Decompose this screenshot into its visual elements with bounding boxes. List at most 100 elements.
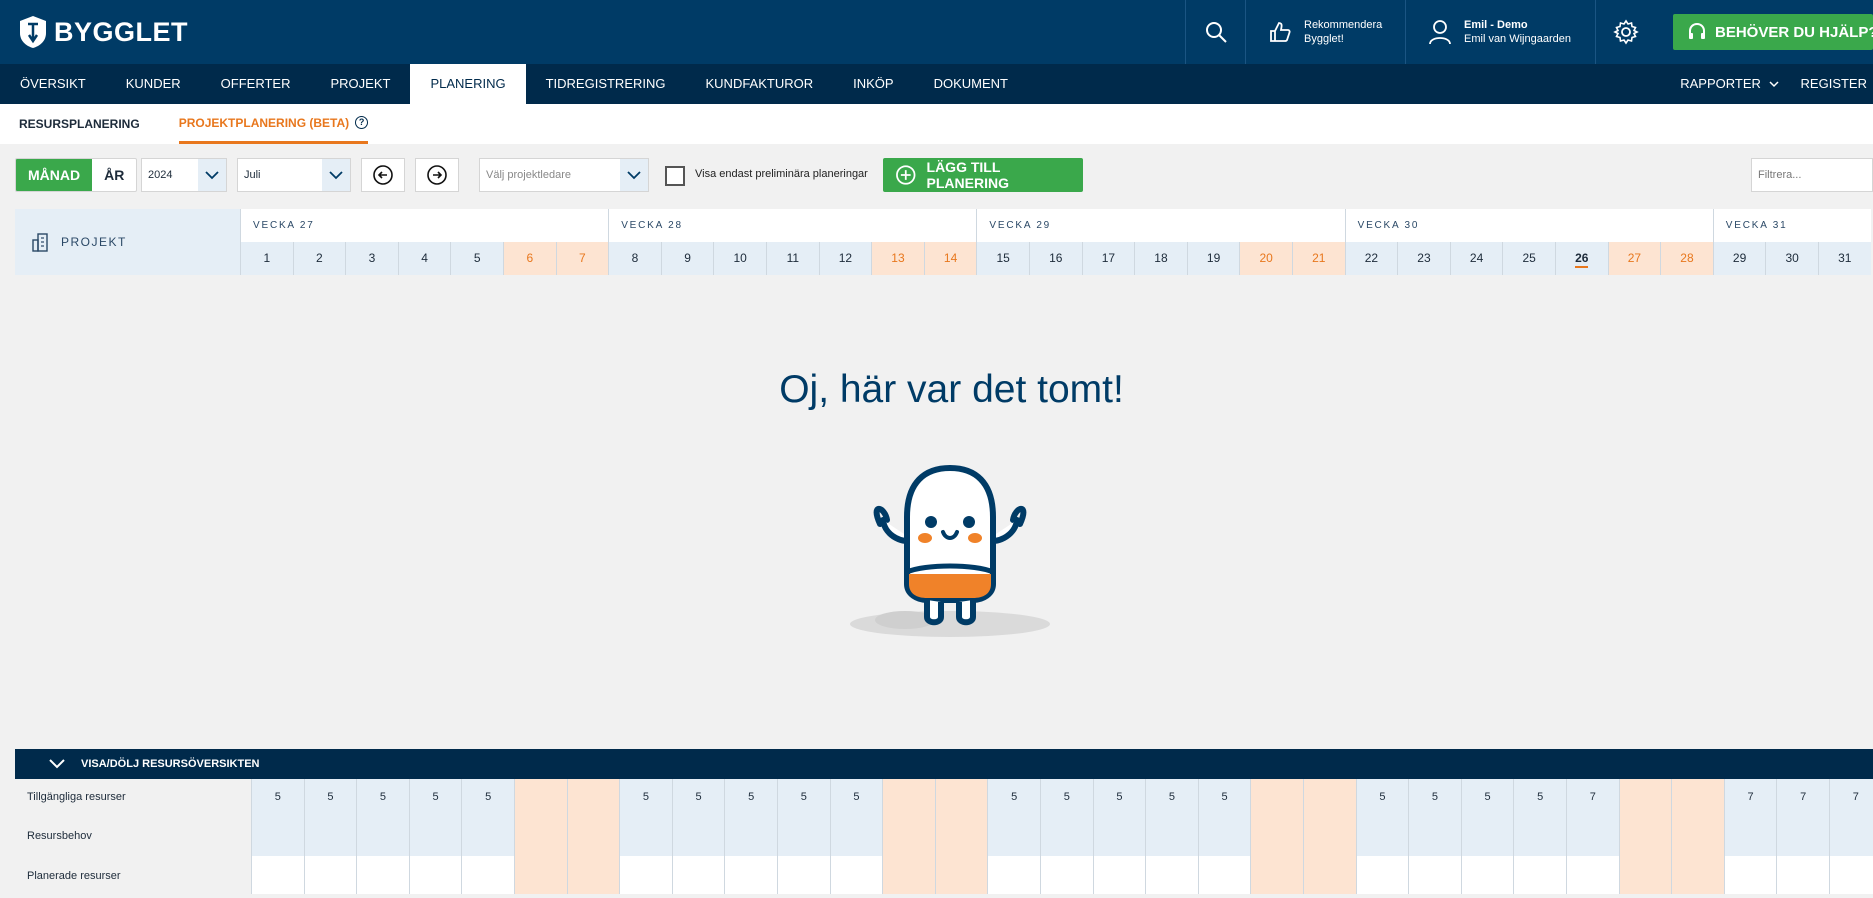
settings-button[interactable] [1595,0,1655,64]
day-cell[interactable]: 4 [397,242,451,275]
day-cell[interactable]: 21 [1292,242,1345,275]
nav-kunder[interactable]: KUNDER [106,64,201,104]
nav-tidregistrering[interactable]: TIDREGISTRERING [526,64,686,104]
planned-resource-cell [829,856,883,894]
available-resource-cell: 5 [251,779,304,856]
day-number: 14 [943,251,958,265]
help-button[interactable]: BEHÖVER DU HJÄLP? [1673,14,1873,50]
available-resource-cell: 5 [408,779,462,856]
day-number: 9 [684,251,691,265]
filter-input[interactable]: Filtrera... [1751,158,1873,192]
day-cell[interactable]: 3 [345,242,398,275]
day-cell[interactable]: 9 [660,242,714,275]
planned-resource-cell [1145,856,1198,894]
bygglet-logo-icon [20,16,46,48]
day-cell[interactable]: 24 [1449,242,1503,275]
preliminary-checkbox[interactable] [665,166,685,186]
planned-resource-cell [1671,856,1724,894]
year-select[interactable]: 2024 [141,158,227,192]
day-cell[interactable]: 28 [1660,242,1713,275]
day-number: 4 [421,251,428,265]
question-icon[interactable]: ? [355,116,369,129]
user-name: Emil - Demo [1464,19,1528,31]
resource-overview-toggle[interactable]: VISA/DÖLJ RESURSÖVERSIKTEN [15,749,1873,779]
nav-projekt[interactable]: PROJEKT [310,64,410,104]
previous-period-button[interactable] [361,158,405,192]
day-cell[interactable]: 22 [1344,242,1398,275]
search-button[interactable] [1185,0,1245,64]
day-number: 28 [1680,251,1694,265]
month-view-button[interactable]: MÅNAD [16,159,93,191]
week-header: VECKA 30 [1344,209,1713,242]
available-resource-cell: 5 [356,779,409,856]
planned-resource-cell [1829,856,1873,894]
day-number: 19 [1206,251,1221,265]
planned-resource-cell [356,856,409,894]
planned-resource-cell [1250,856,1303,894]
search-icon [1205,22,1227,43]
nav-rapporter[interactable]: RAPPORTER [1660,64,1800,104]
day-cell[interactable]: 6 [503,242,556,275]
add-planning-button[interactable]: LÄGG TILL PLANERING [883,158,1083,192]
day-number: 5 [473,251,481,265]
day-cell[interactable]: 16 [1029,242,1082,275]
view-mode-toggle: MÅNAD ÅR [15,158,138,192]
day-cell[interactable]: 25 [1502,242,1555,275]
recommend-line2: Bygglet! [1304,33,1344,45]
day-cell[interactable]: 19 [1186,242,1240,275]
day-cell[interactable]: 8 [608,242,661,275]
project-leader-select[interactable]: Välj projektledare [479,158,649,192]
day-cell[interactable]: 11 [766,242,819,275]
planned-resource-cell [408,856,462,894]
day-cell[interactable]: 13 [871,242,924,275]
bygglet-logo[interactable]: BYGGLET [18,15,188,49]
day-cell[interactable]: 7 [555,242,609,275]
nav-dokument[interactable]: DOKUMENT [914,64,1028,104]
day-cell[interactable]: 26 [1555,242,1608,275]
tab-resursplanering[interactable]: RESURSPLANERING [19,104,140,144]
day-cell[interactable]: 15 [976,242,1029,275]
day-number: 6 [526,251,534,265]
nav-rapporter-label: RAPPORTER [1680,76,1761,91]
nav-offerter[interactable]: OFFERTER [201,64,311,104]
planned-resource-cell [461,856,514,894]
nav-register[interactable]: REGISTER [1801,64,1873,104]
day-number: 17 [1101,251,1116,265]
day-cell[interactable]: 30 [1765,242,1818,275]
empty-state-title: Oj, här var det tomt! [779,368,1124,411]
year-view-button[interactable]: ÅR [92,159,136,191]
day-cell[interactable]: 10 [713,242,766,275]
day-cell[interactable]: 23 [1397,242,1450,275]
day-cell[interactable]: 29 [1712,242,1766,275]
day-number: 11 [786,251,800,265]
planned-resource-cell [251,856,304,894]
day-cell[interactable]: 1 [240,242,293,275]
tab-projektplanering[interactable]: PROJEKTPLANERING (BETA) ? [178,104,369,144]
available-resource-cell: 7 [1829,779,1873,856]
planned-resource-cell [1040,856,1093,894]
day-cell[interactable]: 18 [1134,242,1187,275]
day-cell[interactable]: 5 [450,242,503,275]
day-cell[interactable]: 27 [1607,242,1661,275]
day-cell[interactable]: 2 [292,242,346,275]
day-cell[interactable]: 31 [1818,242,1871,275]
nav-inkop[interactable]: INKÖP [833,64,913,104]
nav-oversikt[interactable]: ÖVERSIKT [0,64,106,104]
week-header: VECKA 27 [240,209,609,242]
day-cell[interactable]: 14 [923,242,977,275]
chevron-down-icon [49,759,65,769]
day-cell[interactable]: 12 [818,242,872,275]
thumbs-up-icon [1270,22,1291,42]
month-select[interactable]: Juli [237,158,351,192]
available-resource-cell [882,779,935,856]
mascot-illustration [845,462,1055,657]
user-menu[interactable]: Emil - Demo Emil van Wijngaarden [1405,0,1595,64]
nav-kundfakturor[interactable]: KUNDFAKTUROR [686,64,834,104]
day-cell[interactable]: 17 [1081,242,1135,275]
available-resource-cell: 5 [1355,779,1409,856]
next-period-button[interactable] [415,158,459,192]
recommend-button[interactable]: Rekommendera Bygglet! [1245,0,1405,64]
day-number: 7 [579,251,586,265]
day-cell[interactable]: 20 [1239,242,1292,275]
nav-planering[interactable]: PLANERING [410,64,526,104]
